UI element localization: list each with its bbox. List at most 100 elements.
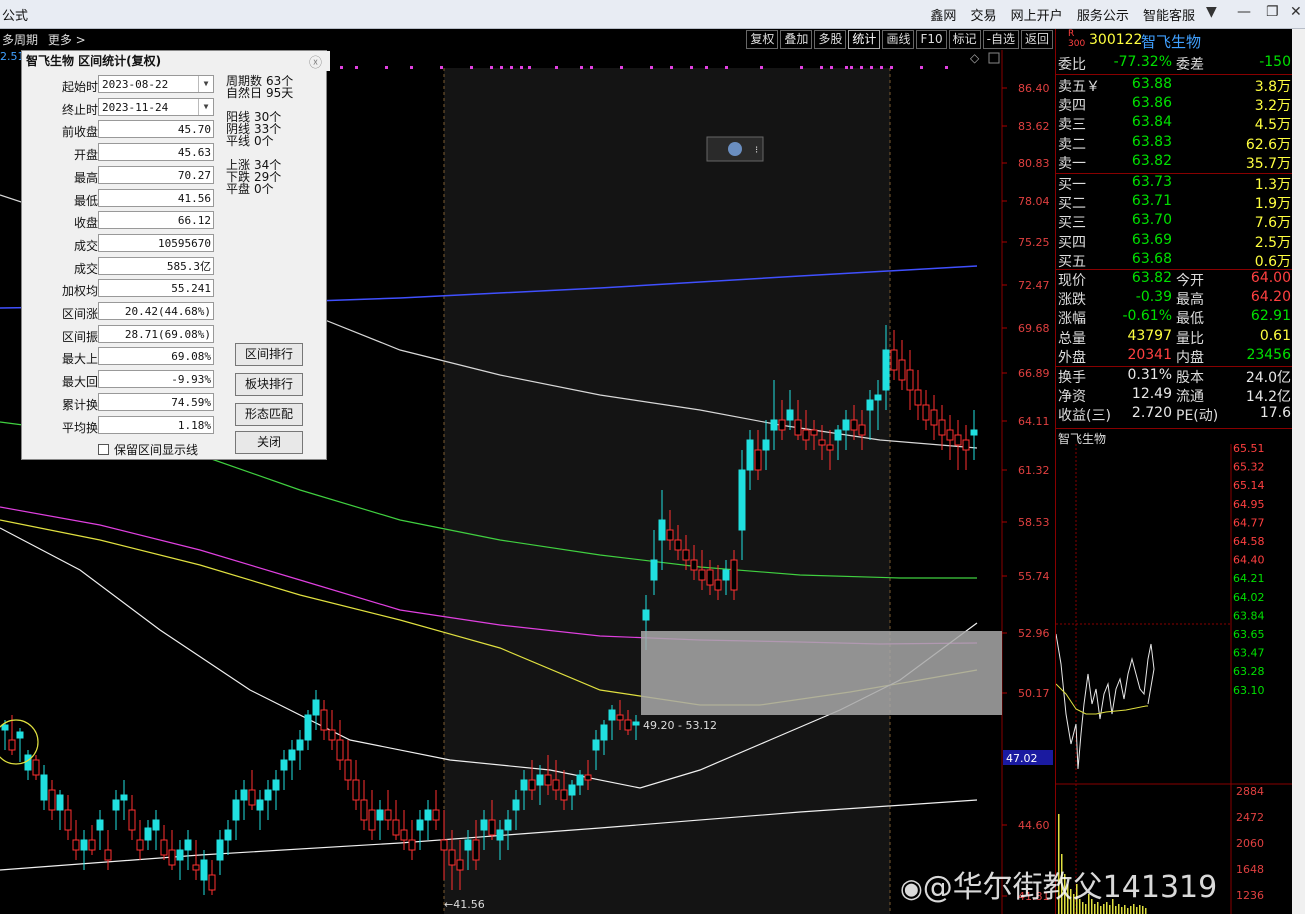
weibo-icon: ◉ (900, 874, 923, 904)
checkbox-label: 保留区间显示线 (114, 443, 199, 457)
multi-period-button[interactable]: 多周期 (2, 33, 38, 47)
quote-row: 外盘 20341 内盘 23456 (1058, 346, 1291, 366)
quote-row: 卖五￥ 63.88 3.8万 (1058, 76, 1291, 95)
mini-tick: 64.21 (1233, 572, 1265, 585)
price-tick: 64.11 (1018, 415, 1050, 428)
maximize-icon[interactable]: ❐ (1266, 4, 1279, 20)
mini-tick: 65.51 (1233, 444, 1265, 455)
mini-tick: 64.02 (1233, 591, 1265, 604)
globe-icon[interactable] (728, 142, 742, 156)
price-tick: 75.25 (1018, 236, 1050, 249)
wei-row: 委比 -77.32% 委差 -150 (1058, 54, 1291, 73)
mini-tick: 63.28 (1233, 665, 1265, 678)
mini-tick: 64.58 (1233, 535, 1265, 548)
range-stats-dialog: 智飞生物 区间统计(复权) ⓧ 起始时间 2023-08-22 ▼ 终止时间 2023-… (21, 50, 330, 460)
quote-row: 卖二 63.83 62.6万 (1058, 133, 1291, 153)
field-row: 最低价 41.56 (22, 188, 222, 209)
stat-item: 平线 0个 (226, 134, 274, 148)
date-combo[interactable]: 2023-08-22 ▼ (98, 75, 214, 93)
mini-tick: 63.47 (1233, 647, 1265, 660)
field-value: 45.70 (98, 120, 214, 139)
mini-tick: 64.40 (1233, 554, 1265, 567)
minimize-icon[interactable]: — (1237, 4, 1251, 20)
quote-row: 买三 63.70 7.6万 (1058, 212, 1291, 232)
menu-item-open-account[interactable]: 网上开户 (1011, 9, 1063, 24)
vol-tick: 1648 (1236, 863, 1264, 876)
field-value: 585.3亿 (98, 256, 214, 275)
quote-row: 卖四 63.86 3.2万 (1058, 95, 1291, 115)
shirt-icon[interactable]: ▼ (1206, 4, 1217, 20)
stat-item: 自然日 95天 (226, 86, 294, 100)
field-row: 区间振幅 28.71(69.08%) (22, 324, 222, 345)
price-range-box[interactable] (641, 631, 1002, 715)
field-row: 最高价 70.27 (22, 165, 222, 186)
field-value: 20.42(44.68%) (98, 302, 214, 320)
tb-mark-button[interactable]: 标记 (948, 30, 981, 49)
pattern-match-button[interactable]: 形态匹配 (235, 403, 303, 426)
intraday-price-axis: 65.51 65.32 65.14 64.95 64.77 64.58 64.40 64.21… (1233, 444, 1265, 902)
menu-item-support[interactable]: 智能客服 (1143, 9, 1195, 24)
vol-tick: 2472 (1236, 811, 1264, 824)
low-price-label: ←41.56 (444, 898, 485, 911)
field-value: 55.241 (98, 279, 214, 298)
more-button[interactable]: 更多 > (48, 33, 86, 47)
side-icon-strip[interactable] (1292, 29, 1305, 914)
mini-tick: 64.95 (1233, 498, 1265, 511)
range-rank-button[interactable]: 区间排行 (235, 343, 303, 366)
tb-back-button[interactable]: 返回 (1020, 30, 1053, 49)
price-tick: 83.62 (1018, 120, 1050, 133)
quote-row: 卖一 63.82 35.7万 (1058, 152, 1291, 172)
menu-item-xinwang[interactable]: 鑫网 (930, 9, 956, 24)
top-menu: 鑫网 交易 网上开户 服务公示 智能客服 (920, 5, 1195, 24)
quote-row: 涨幅 -0.61% 最低 62.91 (1058, 308, 1291, 328)
field-row: 累计换手 74.59% (22, 392, 222, 413)
field-value: 69.08% (98, 347, 214, 366)
menu-item-service[interactable]: 服务公示 (1077, 9, 1129, 24)
tb-draw-button[interactable]: 画线 (882, 30, 915, 49)
vol-tick: 2884 (1236, 785, 1264, 798)
quote-row: 换手 0.31% 股本 24.0亿 (1058, 367, 1291, 386)
field-row: 成交量 10595670 (22, 233, 222, 254)
field-value: 41.56 (98, 188, 214, 207)
price-tick: 72.47 (1018, 279, 1050, 292)
date-combo[interactable]: 2023-11-24 ▼ (98, 97, 214, 116)
stock-name: 智飞生物 (1141, 33, 1202, 51)
selected-range-shade (444, 68, 890, 914)
field-row: 最大上涨 69.08% (22, 347, 222, 367)
field-row: 收盘价 66.12 (22, 211, 222, 231)
market-badge: R 300 (1068, 29, 1086, 49)
field-value: 1.18% (98, 415, 214, 434)
tb-fuquan-button[interactable]: 复权 (746, 30, 779, 49)
tb-f10-button[interactable]: F10 (916, 30, 947, 49)
tb-stats-button[interactable]: 统计 (848, 30, 881, 49)
keep-range-lines-checkbox[interactable]: 保留区间显示线 (98, 441, 198, 458)
chevron-down-icon[interactable]: ▼ (198, 76, 213, 92)
field-row: 成交额 585.3亿 (22, 256, 222, 277)
diamond-icon[interactable]: ◇ (970, 51, 980, 65)
quote-row: 净资 12.49 流通 14.2亿 (1058, 386, 1291, 406)
menu-item-trade[interactable]: 交易 (971, 9, 997, 24)
toolbar-right: 复权 叠加 多股 统计 画线 F10 标记 -自选 返回 (744, 30, 1053, 49)
tb-multi-stock-button[interactable]: 多股 (814, 30, 847, 49)
tb-overlay-button[interactable]: 叠加 (780, 30, 813, 49)
quote-row: 买四 63.69 2.5万 (1058, 231, 1291, 251)
field-row: 加权均价 55.241 (22, 279, 222, 299)
price-tick: 61.32 (1018, 464, 1050, 477)
floating-widget[interactable]: ⁝ (706, 136, 764, 162)
dialog-close-icon[interactable]: ⓧ (309, 52, 322, 71)
field-value: 74.59% (98, 392, 214, 411)
mini-tick: 64.77 (1233, 516, 1265, 529)
stat-item: 平盘 0个 (226, 182, 274, 196)
chevron-down-icon[interactable]: ▼ (198, 98, 213, 115)
close-icon[interactable]: ✕ (1290, 4, 1302, 20)
price-tick: 50.17 (1018, 687, 1050, 700)
close-button[interactable]: 关闭 (235, 431, 303, 454)
price-tick: 78.04 (1018, 195, 1050, 208)
sector-rank-button[interactable]: 板块排行 (235, 373, 303, 396)
mini-tick: 63.84 (1233, 609, 1265, 622)
price-tick: 52.96 (1018, 627, 1050, 640)
tb-watchlist-button[interactable]: -自选 (982, 30, 1019, 49)
intraday-chart[interactable]: 65.51 65.32 65.14 64.95 64.77 64.58 64.40 64.21… (1056, 444, 1292, 914)
field-value: 28.71(69.08%) (98, 324, 214, 343)
quote-panel: R 300 300122 智飞生物 委比 -77.32% 委差 -150 卖五￥ 63… (1055, 29, 1292, 914)
